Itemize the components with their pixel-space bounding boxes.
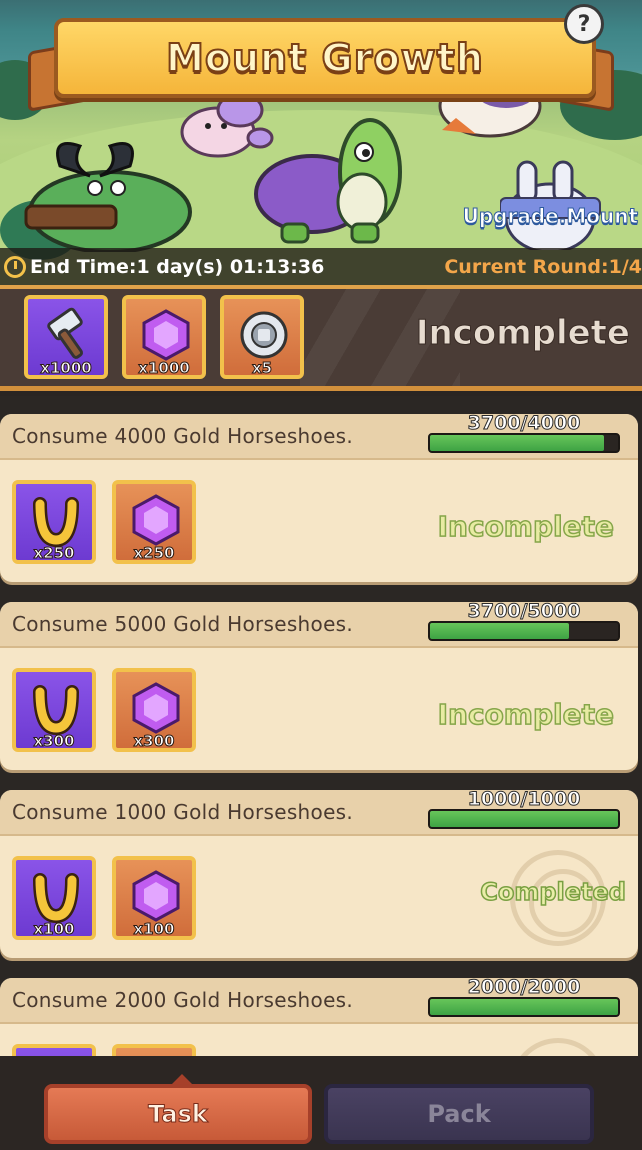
current-round: Current Round:1/4 — [444, 256, 642, 278]
task-progress-text: 1000/1000 — [467, 790, 581, 811]
progress-fill — [430, 623, 570, 639]
task-reward-horseshoe[interactable] — [12, 1044, 96, 1056]
reward-item-gem[interactable]: x1000 — [122, 295, 206, 379]
end-time-text: End Time:1 day(s) 01:13:36 — [30, 256, 325, 278]
tab-task-label: Task — [148, 1100, 209, 1129]
task-reward-gem[interactable]: x300 — [112, 668, 196, 752]
task-status: Incomplete — [437, 509, 615, 544]
item-quantity: x5 — [251, 359, 273, 378]
task-reward-horseshoe[interactable]: x300 — [12, 668, 96, 752]
task-progress-bar — [428, 433, 620, 453]
item-quantity: x1000 — [138, 359, 190, 378]
task-title: Consume 1000 Gold Horseshoes. — [12, 800, 354, 824]
task-header: Consume 5000 Gold Horseshoes. 3700/5000 — [0, 602, 638, 648]
frog-creature-icon — [24, 142, 192, 252]
task-card: Consume 5000 Gold Horseshoes. 3700/5000 … — [0, 602, 638, 770]
gold-horseshoe-icon — [33, 685, 79, 736]
purple-gem-icon — [132, 494, 180, 546]
task-progress-bar — [428, 809, 620, 829]
task-reward-gem[interactable]: x100 — [112, 856, 196, 940]
task-title: Consume 5000 Gold Horseshoes. — [12, 612, 354, 636]
completed-stamp-icon — [510, 1038, 606, 1056]
progress-fill — [430, 999, 618, 1015]
tab-pack-label: Pack — [427, 1100, 491, 1128]
item-quantity: x300 — [133, 732, 175, 751]
task-card: Consume 4000 Gold Horseshoes. 3700/4000 … — [0, 414, 638, 582]
main-reward-row: x1000 x1000 x5 Incomplete — [0, 285, 642, 391]
task-title: Consume 4000 Gold Horseshoes. — [12, 424, 354, 448]
task-header: Consume 4000 Gold Horseshoes. 3700/4000 — [0, 414, 638, 460]
task-progress-bar — [428, 621, 620, 641]
end-time: End Time:1 day(s) 01:13:36 — [0, 256, 324, 278]
task-title: Consume 2000 Gold Horseshoes. — [12, 988, 354, 1012]
reward-item-coin[interactable]: x5 — [220, 295, 304, 379]
tab-task[interactable]: Task — [44, 1074, 312, 1144]
gold-horseshoe-icon — [33, 873, 79, 924]
task-status: Completed — [480, 877, 627, 907]
reward-item-hammer[interactable]: x1000 — [24, 295, 108, 379]
main-reward-status: Incomplete — [415, 313, 630, 354]
task-header: Consume 2000 Gold Horseshoes. 2000/2000 — [0, 978, 638, 1024]
task-reward-gem[interactable] — [112, 1044, 196, 1056]
purple-gem-icon — [142, 309, 190, 361]
turtle-mount-icon — [254, 118, 402, 244]
item-quantity: x250 — [33, 544, 75, 563]
help-button[interactable]: ? — [564, 4, 604, 44]
title-banner: Mount Growth — [28, 14, 614, 112]
help-icon: ? — [577, 11, 591, 37]
purple-gem-icon — [132, 682, 180, 734]
progress-fill — [430, 811, 618, 827]
task-card: Consume 1000 Gold Horseshoes. 1000/1000 … — [0, 790, 638, 958]
item-quantity: x100 — [133, 920, 175, 939]
item-quantity: x1000 — [40, 359, 92, 378]
clock-icon — [4, 256, 26, 278]
task-reward-gem[interactable]: x250 — [112, 480, 196, 564]
bottom-tab-bar: Task Pack — [0, 1056, 642, 1150]
task-header: Consume 1000 Gold Horseshoes. 1000/1000 — [0, 790, 638, 836]
task-list[interactable]: Consume 4000 Gold Horseshoes. 3700/4000 … — [0, 396, 642, 1056]
title-board: Mount Growth — [54, 18, 596, 98]
task-card: Consume 2000 Gold Horseshoes. 2000/2000 — [0, 978, 638, 1056]
purple-gem-icon — [132, 870, 180, 922]
task-reward-horseshoe[interactable]: x100 — [12, 856, 96, 940]
header-scene: Mount Growth ? Upgrade.Mount End Time:1 … — [0, 0, 642, 285]
upgrade-mount-link[interactable]: Upgrade.Mount — [462, 204, 638, 229]
task-progress-text: 2000/2000 — [467, 978, 581, 999]
task-status: Incomplete — [437, 697, 615, 732]
item-quantity: x100 — [33, 920, 75, 939]
item-quantity: x250 — [133, 544, 175, 563]
time-bar: End Time:1 day(s) 01:13:36 Current Round… — [0, 248, 642, 285]
silver-coin-icon — [240, 311, 288, 359]
page-title: Mount Growth — [165, 35, 484, 81]
item-quantity: x300 — [33, 732, 75, 751]
hammer-icon — [47, 307, 84, 359]
progress-fill — [430, 435, 604, 451]
task-progress-text: 3700/4000 — [467, 414, 581, 435]
task-progress-text: 3700/5000 — [467, 602, 581, 623]
tab-pack[interactable]: Pack — [324, 1084, 594, 1144]
task-reward-horseshoe[interactable]: x250 — [12, 480, 96, 564]
gold-horseshoe-icon — [33, 497, 79, 548]
task-progress-bar — [428, 997, 620, 1017]
